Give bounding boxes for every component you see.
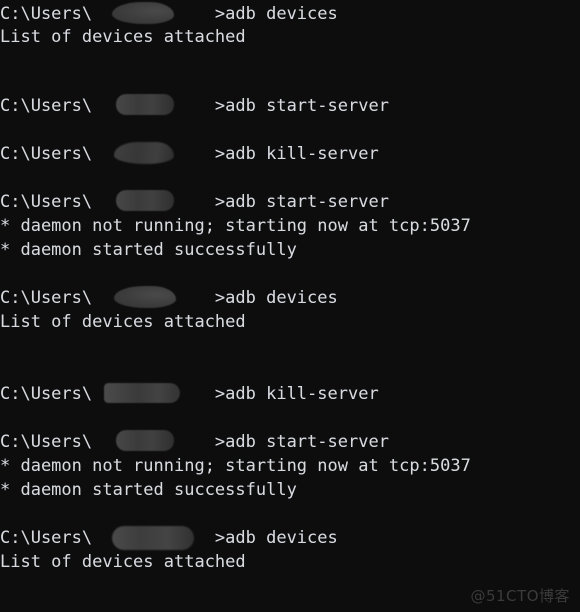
terminal-output-line: * daemon not running; starting now at tc… [0, 456, 471, 476]
terminal-prompt-line: C:\Users\ >adb start-server [0, 432, 389, 452]
terminal-output-line: * daemon not running; starting now at tc… [0, 216, 471, 236]
terminal-output-line: List of devices attached [0, 552, 246, 572]
terminal-prompt-line: C:\Users\ >adb start-server [0, 96, 389, 116]
watermark-label: @51CTO博客 [470, 587, 570, 605]
terminal-prompt-line: C:\Users\ >adb devices [0, 4, 338, 24]
terminal-prompt-line: C:\Users\ >adb devices [0, 528, 338, 548]
terminal-window[interactable]: C:\Users\ >adb devices List of devices at… [0, 0, 580, 612]
terminal-output-line: * daemon started successfully [0, 480, 297, 500]
terminal-prompt-line: C:\Users\ >adb start-server [0, 192, 389, 212]
terminal-output-line: List of devices attached [0, 312, 246, 332]
terminal-output-line: * daemon started successfully [0, 240, 297, 260]
terminal-prompt-line: C:\Users\ >adb devices [0, 288, 338, 308]
terminal-output-line: List of devices attached [0, 27, 246, 47]
terminal-prompt-line: C:\Users\ >adb kill-server [0, 144, 379, 164]
terminal-prompt-line: C:\Users\ >adb kill-server [0, 384, 379, 404]
